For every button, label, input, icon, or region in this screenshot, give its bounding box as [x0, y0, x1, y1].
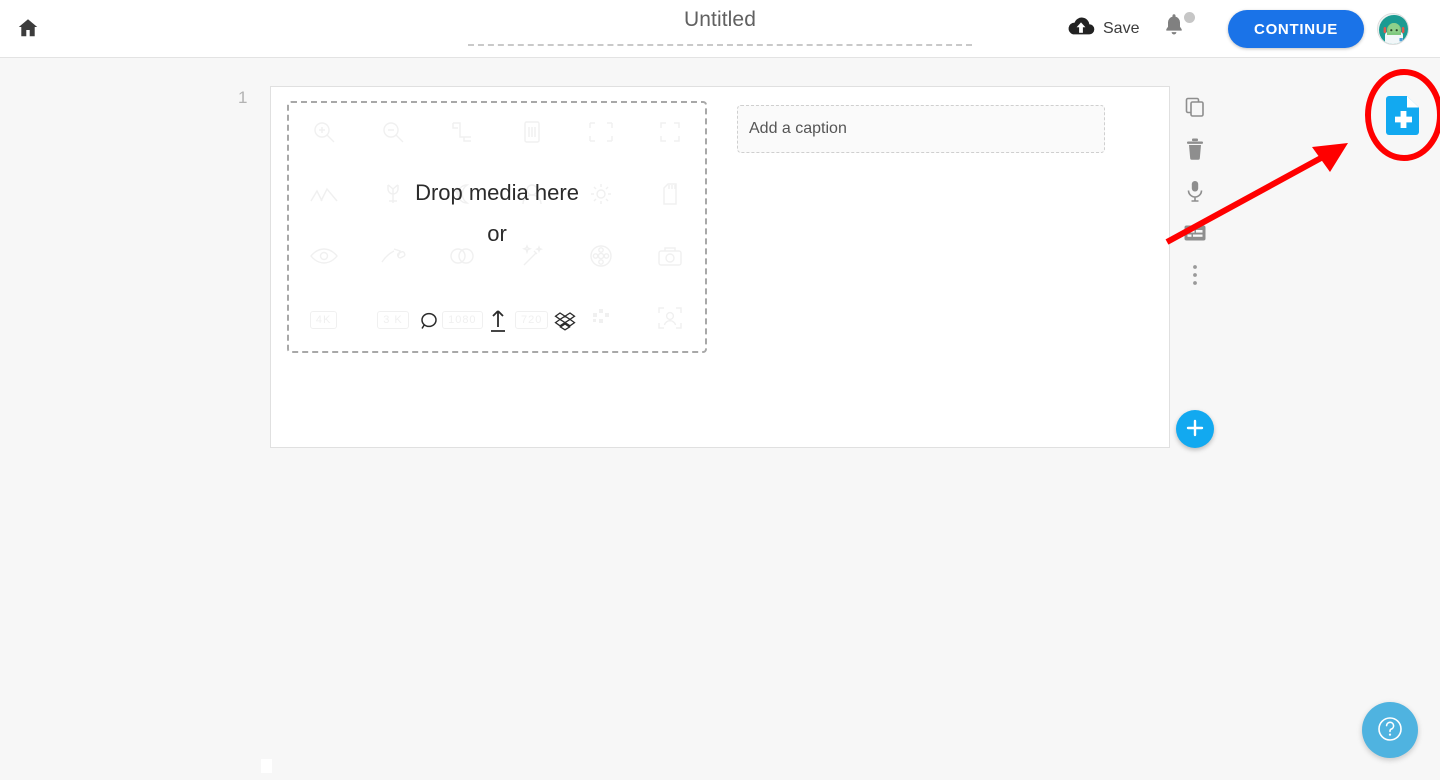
- frame-icon: [657, 119, 683, 150]
- cloud-upload-icon: [1067, 16, 1095, 43]
- magic-wand-icon: [519, 243, 545, 274]
- dropzone-line2: or: [487, 221, 507, 247]
- more-vertical-icon: [1192, 264, 1198, 291]
- overlap-circles-icon: [447, 245, 477, 272]
- search-media-icon[interactable]: [418, 309, 442, 338]
- save-button[interactable]: Save: [1067, 14, 1139, 44]
- add-page-button[interactable]: [1385, 93, 1423, 137]
- eye-icon: [309, 245, 339, 272]
- subtitles-icon: [1183, 223, 1207, 248]
- zoom-in-icon: [311, 119, 337, 150]
- zoom-out-icon: [380, 119, 406, 150]
- slide-index: 1: [238, 88, 248, 107]
- app-root: Untitled Save CONTINUE 1 4K 3 K 1080 720…: [0, 0, 1440, 780]
- app-header: Untitled Save CONTINUE: [0, 0, 1440, 58]
- document-icon: [521, 119, 543, 150]
- duplicate-button[interactable]: [1178, 96, 1212, 123]
- voiceover-button[interactable]: [1178, 180, 1212, 204]
- notifications-button[interactable]: [1162, 12, 1196, 46]
- bell-icon: [1162, 14, 1186, 42]
- home-button[interactable]: [14, 16, 42, 44]
- link-icon: [378, 244, 408, 273]
- continue-button[interactable]: CONTINUE: [1228, 10, 1364, 48]
- document-title: Untitled: [683, 8, 756, 31]
- dropzone-line1: Drop media here: [415, 180, 579, 205]
- microphone-icon: [1184, 179, 1206, 208]
- document-title-field[interactable]: Untitled: [468, 8, 972, 46]
- question-mark-icon: [1375, 714, 1405, 747]
- crosshair-icon: [586, 119, 616, 150]
- dropbox-icon[interactable]: [554, 310, 576, 337]
- film-reel-icon: [588, 243, 614, 274]
- trash-icon: [1184, 137, 1206, 166]
- scroll-nub: [261, 759, 272, 773]
- caption-placeholder: Add a caption: [749, 120, 847, 137]
- caption-field[interactable]: Add a caption: [737, 105, 1105, 153]
- delete-button[interactable]: [1178, 138, 1212, 162]
- more-button[interactable]: [1178, 264, 1212, 291]
- annotation-arrow-head: [1312, 143, 1348, 172]
- plus-icon: [1184, 417, 1206, 442]
- avatar[interactable]: [1377, 13, 1409, 45]
- dropzone-text: Drop media here or: [289, 180, 705, 247]
- slide-card: 4K 3 K 1080 720 Drop media here or Add a…: [270, 86, 1170, 448]
- subtitles-button[interactable]: [1178, 224, 1212, 246]
- media-dropzone[interactable]: 4K 3 K 1080 720 Drop media here or: [287, 101, 707, 353]
- notification-badge: [1184, 12, 1195, 23]
- crop-icon: [449, 119, 475, 150]
- home-icon: [16, 16, 40, 45]
- duplicate-icon: [1184, 96, 1206, 123]
- save-label: Save: [1103, 20, 1140, 37]
- help-button[interactable]: [1362, 702, 1418, 758]
- slide-toolbar: [1177, 96, 1213, 291]
- dropzone-actions: [289, 308, 705, 339]
- camera-case-icon: [656, 244, 684, 273]
- add-slide-button[interactable]: [1176, 410, 1214, 448]
- upload-icon[interactable]: [486, 308, 510, 339]
